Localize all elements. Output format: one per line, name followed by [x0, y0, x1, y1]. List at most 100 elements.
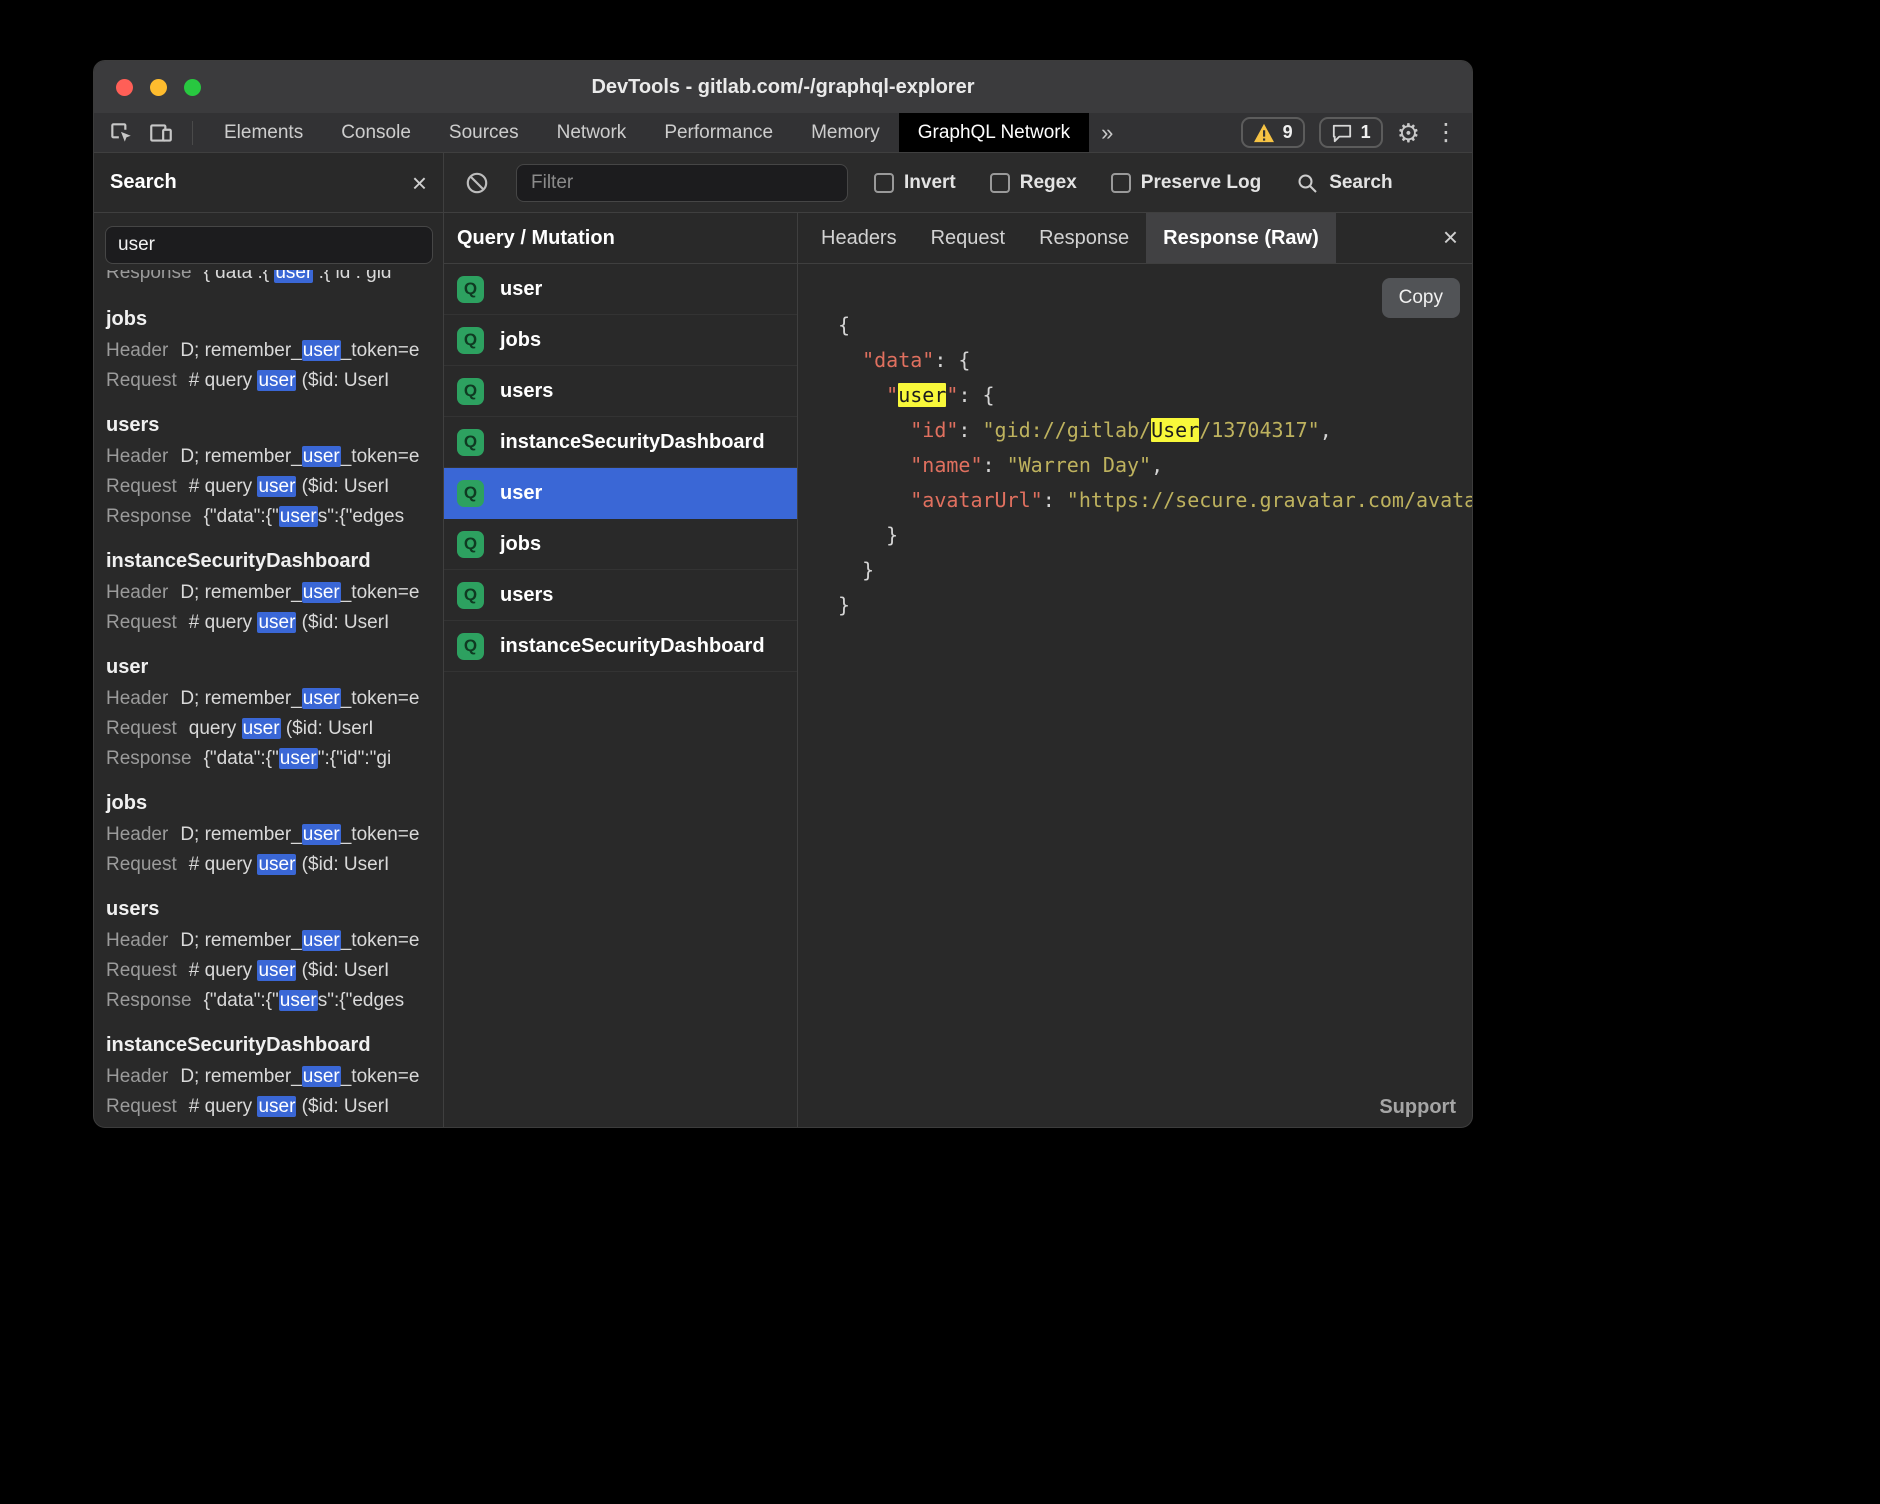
search-result-group-title[interactable]: jobs	[106, 304, 431, 334]
network-split: Query / Mutation QuserQjobsQusersQinstan…	[444, 213, 1472, 1127]
checkbox-box-icon[interactable]	[1111, 173, 1131, 193]
zoom-window-button[interactable]	[184, 79, 201, 96]
detail-tab-headers[interactable]: Headers	[804, 213, 914, 263]
settings-gear-icon[interactable]: ⚙	[1397, 120, 1420, 146]
filter-checkbox-invert[interactable]: Invert	[874, 172, 956, 194]
more-tabs-icon[interactable]: »	[1089, 113, 1125, 152]
warning-icon	[1253, 123, 1275, 143]
query-badge-icon: Q	[457, 531, 484, 558]
search-result-line[interactable]: HeaderD; remember_user_token=e	[106, 684, 431, 714]
detail-tabs: HeadersRequestResponseResponse (Raw)	[798, 213, 1472, 264]
detail-tab-response[interactable]: Response	[1022, 213, 1146, 263]
checkbox-box-icon[interactable]	[990, 173, 1010, 193]
detail-tab-request[interactable]: Request	[914, 213, 1023, 263]
device-toolbar-icon[interactable]	[148, 120, 174, 146]
devtools-tab-sources[interactable]: Sources	[430, 113, 538, 152]
devtools-tab-performance[interactable]: Performance	[645, 113, 792, 152]
search-result-line[interactable]: HeaderD; remember_user_token=e	[106, 578, 431, 608]
search-result-line[interactable]: Request# query user ($id: UserI	[106, 472, 431, 502]
search-result-line[interactable]: Request# query user ($id: UserI	[106, 1092, 431, 1122]
devtools-tab-console[interactable]: Console	[322, 113, 430, 152]
inspect-element-icon[interactable]	[108, 120, 134, 146]
devtools-tab-elements[interactable]: Elements	[205, 113, 322, 152]
search-result-line[interactable]: Response{"data":{"users":{"edges	[106, 986, 431, 1016]
query-mutation-panel: Query / Mutation QuserQjobsQusersQinstan…	[444, 213, 798, 1127]
toolbar-search-label: Search	[1329, 172, 1392, 194]
filter-checkboxes: Invert Regex Preserve Log	[874, 172, 1261, 194]
search-result-line[interactable]: HeaderD; remember_user_token=e	[106, 336, 431, 366]
search-result-group-title[interactable]: users	[106, 894, 431, 924]
query-badge-icon: Q	[457, 378, 484, 405]
search-result-partial[interactable]: Response{ data :{ user :{ id : gid	[106, 270, 431, 290]
json-line: "name": "Warren Day",	[838, 448, 1472, 483]
search-result-line[interactable]: HeaderD; remember_user_token=e	[106, 926, 431, 956]
filter-checkbox-preserve-log[interactable]: Preserve Log	[1111, 172, 1261, 194]
search-result-field-label: Request	[106, 1092, 177, 1122]
kebab-menu-icon[interactable]: ⋮	[1434, 121, 1458, 145]
clear-icon[interactable]	[464, 170, 490, 196]
search-input[interactable]	[105, 226, 433, 264]
search-result-field-label: Header	[106, 442, 168, 472]
search-result-value: D; remember_user_token=e	[180, 442, 419, 472]
close-window-button[interactable]	[116, 79, 133, 96]
devtools-tab-network[interactable]: Network	[538, 113, 646, 152]
search-result-line[interactable]: Request# query user ($id: UserI	[106, 956, 431, 986]
warning-count: 9	[1283, 122, 1293, 143]
query-list-item[interactable]: QinstanceSecurityDashboard	[444, 417, 797, 468]
search-result-group-title[interactable]: user	[106, 652, 431, 682]
search-result-line[interactable]: HeaderD; remember_user_token=e	[106, 1062, 431, 1092]
search-result-group-title[interactable]: jobs	[106, 788, 431, 818]
search-result-field-label: Header	[106, 926, 168, 956]
filter-input[interactable]	[516, 164, 848, 202]
search-result-field-label: Response	[106, 502, 192, 532]
json-line: }	[838, 553, 1472, 588]
window-titlebar: DevTools - gitlab.com/-/graphql-explorer	[94, 61, 1472, 113]
toolbar-search-button[interactable]: Search	[1295, 171, 1392, 195]
search-result-value: # query user ($id: UserI	[189, 608, 390, 638]
json-line: {	[838, 308, 1472, 343]
search-result-line[interactable]: Response{"data":{"user":{"id":"gi	[106, 744, 431, 774]
query-list-item[interactable]: Quser	[444, 264, 797, 315]
query-list-item[interactable]: Qusers	[444, 366, 797, 417]
support-link[interactable]: Support	[1379, 1096, 1456, 1119]
detail-panel-close-icon[interactable]: ×	[1443, 224, 1458, 250]
search-result-group: instanceSecurityDashboardHeaderD; rememb…	[106, 1030, 431, 1122]
search-result-line[interactable]: Request# query user ($id: UserI	[106, 850, 431, 880]
search-result-line[interactable]: Response{ data :{ user :{ id : gid	[106, 270, 431, 288]
devtools-tabbar-tabs: ElementsConsoleSourcesNetworkPerformance…	[205, 113, 1089, 152]
checkbox-box-icon[interactable]	[874, 173, 894, 193]
query-list-item[interactable]: Qjobs	[444, 519, 797, 570]
search-result-group-title[interactable]: users	[106, 410, 431, 440]
search-result-line[interactable]: Request# query user ($id: UserI	[106, 366, 431, 396]
query-list-item[interactable]: Qusers	[444, 570, 797, 621]
search-result-line[interactable]: Header D; remember_user_token=e	[106, 442, 431, 472]
search-result-value: D; remember_user_token=e	[180, 1062, 419, 1092]
search-result-group-title[interactable]: instanceSecurityDashboard	[106, 1030, 431, 1060]
search-panel-close-icon[interactable]: ×	[412, 170, 427, 196]
search-result-line[interactable]: Response {"data":{"users":{"edges	[106, 502, 431, 532]
query-list-item[interactable]: QinstanceSecurityDashboard	[444, 621, 797, 672]
search-result-value: {"data":{"users":{"edges	[204, 502, 405, 532]
errors-warnings-badge[interactable]: 9	[1241, 117, 1305, 148]
copy-button[interactable]: Copy	[1382, 278, 1460, 318]
query-list-item[interactable]: Qjobs	[444, 315, 797, 366]
json-line: }	[838, 588, 1472, 623]
detail-tab-response-raw[interactable]: Response (Raw)	[1146, 213, 1336, 263]
search-result-groups: jobsHeaderD; remember_user_token=eReques…	[106, 304, 431, 1122]
search-result-line[interactable]: Requestquery user ($id: UserI	[106, 714, 431, 744]
search-result-group-title[interactable]: instanceSecurityDashboard	[106, 546, 431, 576]
json-line: "user": {	[838, 378, 1472, 413]
search-result-line[interactable]: Request# query user ($id: UserI	[106, 608, 431, 638]
query-badge-icon: Q	[457, 429, 484, 456]
issues-badge[interactable]: 1	[1319, 117, 1383, 148]
json-line: }	[838, 518, 1472, 553]
minimize-window-button[interactable]	[150, 79, 167, 96]
search-result-line[interactable]: HeaderD; remember_user_token=e	[106, 820, 431, 850]
search-result-field-label: Request	[106, 850, 177, 880]
query-list-item[interactable]: Quser	[444, 468, 797, 519]
devtools-tab-graphql-network[interactable]: GraphQL Network	[899, 113, 1089, 152]
query-badge-icon: Q	[457, 582, 484, 609]
query-name: users	[500, 584, 553, 607]
filter-checkbox-regex[interactable]: Regex	[990, 172, 1077, 194]
devtools-tab-memory[interactable]: Memory	[792, 113, 899, 152]
